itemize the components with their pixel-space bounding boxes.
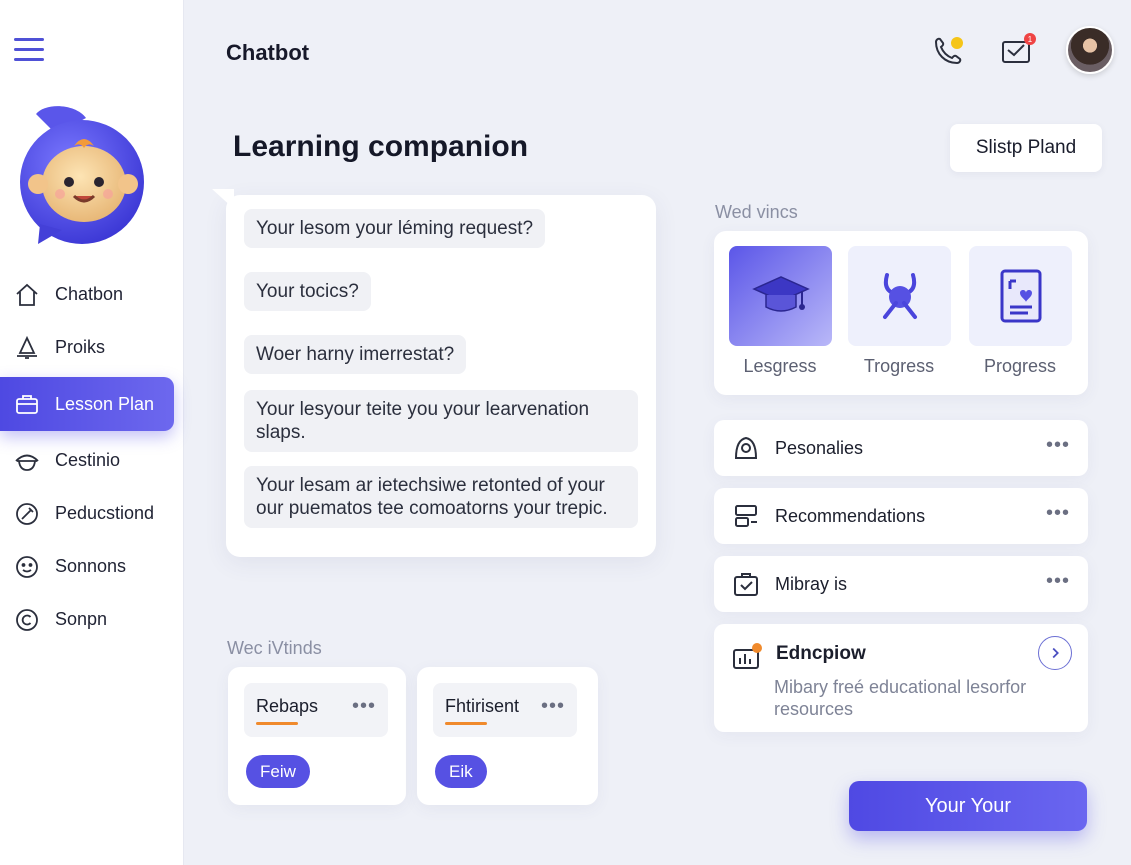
pencil-icon [14, 501, 40, 527]
compass-tools-icon [882, 273, 917, 319]
sidebar-item-label: Sonnons [55, 556, 127, 576]
sidebar-item-label: Proiks [55, 337, 106, 357]
tile-progress[interactable] [969, 246, 1072, 346]
cards-icon [735, 505, 757, 527]
more-options-icon[interactable]: ••• [1046, 434, 1070, 457]
list-item-label: Pesonalies [775, 437, 864, 458]
sidebar-item-proiks[interactable]: Proiks [0, 321, 184, 374]
bell-icon [14, 335, 40, 361]
mini-card: Fhtirisent ••• Eik [417, 667, 598, 805]
edu-description: Mibary freé educational lesorfor resourc… [774, 677, 1027, 719]
sidebar-nav: Chatbon Proiks Lesson Plan Cestinio Pedu… [0, 268, 184, 646]
smile-icon [14, 554, 40, 580]
sidebar-item-sonpn[interactable]: Sonpn [0, 593, 184, 646]
edu-card[interactable]: Edncpiow Mibary freé educational lesorfo… [714, 624, 1088, 732]
sidebar-item-label: Lesson Plan [55, 393, 155, 414]
hamburger-menu-icon[interactable] [14, 38, 46, 64]
mini-card-button[interactable]: Eik [435, 755, 487, 788]
document-icon [1000, 269, 1041, 323]
graduation-cap-icon [751, 276, 810, 312]
tile-label: Lesgress [743, 356, 817, 376]
cards-section-label: Wec iVtinds [227, 638, 322, 658]
more-options-icon[interactable]: ••• [352, 695, 376, 718]
list-item-mibray[interactable]: Mibray is ••• [714, 556, 1088, 612]
home-icon [14, 282, 40, 308]
app-title: Chatbot [226, 40, 310, 65]
sidebar-item-cestinio[interactable]: Cestinio [0, 434, 184, 487]
chat-panel: Your lesom your léming request? Your toc… [226, 195, 656, 557]
plan-button[interactable]: Slistp Pland [950, 124, 1102, 172]
mini-card-title: Fhtirisent [445, 696, 520, 716]
mail-icon[interactable]: 1 [998, 32, 1038, 72]
mail-badge-count: 1 [1028, 35, 1033, 44]
edu-title: Edncpiow [776, 643, 866, 664]
tile-label: Progress [983, 356, 1057, 376]
chat-message[interactable]: Your lesom your léming request? [244, 209, 546, 248]
tile-label: Trogress [863, 356, 935, 376]
call-badge [951, 37, 963, 49]
sidebar-item-chatbon[interactable]: Chatbon [0, 268, 184, 321]
phone-icon[interactable] [928, 32, 968, 72]
chart-icon [733, 643, 762, 669]
more-options-icon[interactable]: ••• [1046, 502, 1070, 525]
more-options-icon[interactable]: ••• [1046, 570, 1070, 593]
list-item-recommendations[interactable]: Recommendations ••• [714, 488, 1088, 544]
mini-card-title: Rebaps [256, 696, 319, 716]
sidebar-item-label: Peducstiond [55, 503, 155, 523]
mascot-logo [20, 106, 144, 244]
sidebar-item-lesson-plan[interactable]: Lesson Plan [0, 377, 174, 431]
tiles-panel: Lesgress Trogress Progress [714, 231, 1088, 395]
mini-card: Rebaps ••• Feiw [228, 667, 406, 805]
app-window: Chatbon Proiks Lesson Plan Cestinio Pedu… [0, 0, 1131, 865]
arrow-right-icon[interactable] [1038, 636, 1072, 670]
sidebar-item-label: Sonpn [55, 609, 108, 629]
user-avatar[interactable] [1066, 26, 1114, 74]
tile-lesgress[interactable] [729, 246, 832, 346]
list-item-label: Mibray is [775, 573, 848, 594]
chat-message[interactable]: Your lesam ar ietechsiwe retonted of you… [244, 466, 638, 528]
title-underline [256, 722, 298, 725]
sidebar-item-label: Chatbon [55, 284, 124, 304]
more-options-icon[interactable]: ••• [541, 695, 565, 718]
cap-icon [14, 448, 40, 474]
chat-message[interactable]: Your tocics? [244, 272, 371, 311]
briefcase-icon [14, 391, 40, 417]
sidebar-item-peducstiond[interactable]: Peducstiond [0, 487, 184, 540]
mini-card-button[interactable]: Feiw [246, 755, 310, 788]
clipboard-icon [734, 573, 758, 596]
person-icon [734, 436, 758, 459]
sidebar-item-label: Cestinio [55, 450, 121, 470]
list-item-label: Recommendations [775, 505, 926, 526]
sidebar: Chatbon Proiks Lesson Plan Cestinio Pedu… [0, 0, 184, 865]
page-title: Learning companion [233, 130, 529, 163]
chat-message[interactable]: Your lesyour teite you your learvenation… [244, 390, 638, 452]
tile-trogress[interactable] [848, 246, 951, 346]
title-underline [445, 722, 487, 725]
list-item-pesonalies[interactable]: Pesonalies ••• [714, 420, 1088, 476]
mini-card-header: Rebaps ••• [244, 683, 388, 737]
mini-card-header: Fhtirisent ••• [433, 683, 577, 737]
primary-action-button[interactable]: Your Your [849, 781, 1087, 831]
right-section-label: Wed vincs [715, 202, 798, 222]
chat-message[interactable]: Woer harny imerrestat? [244, 335, 467, 374]
copyright-icon [14, 607, 40, 633]
sidebar-item-sonnons[interactable]: Sonnons [0, 540, 184, 593]
